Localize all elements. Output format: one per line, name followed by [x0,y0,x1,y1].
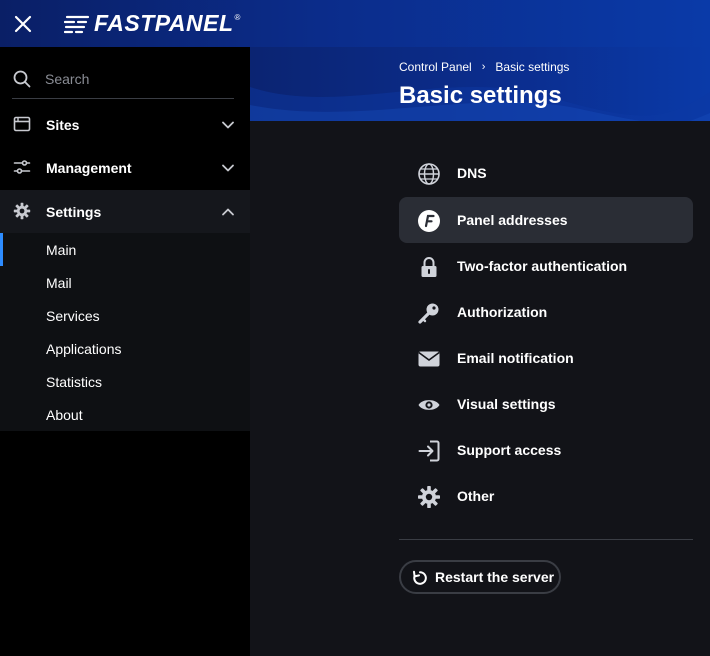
active-indicator [0,233,3,266]
window-icon [13,116,31,132]
settings-item-visual-settings[interactable]: Visual settings [399,381,693,427]
settings-item-support-access[interactable]: Support access [399,427,693,473]
submenu-item-statistics[interactable]: Statistics [0,365,250,398]
panel-f-icon [418,210,440,232]
sidebar: Sites Management [0,47,250,656]
sidebar-item-settings[interactable]: Settings [0,190,250,233]
settings-item-label: Two-factor authentication [457,258,628,274]
settings-submenu: Main Mail Services Applications Statisti… [0,233,250,431]
registered-mark: ® [234,13,241,22]
main-content: Control Panel › Basic settings Basic set… [250,47,710,656]
submenu-item-label: About [46,406,83,423]
settings-item-panel-addresses[interactable]: Panel addresses [399,197,693,243]
envelope-icon [418,351,440,367]
gear-icon [13,202,31,220]
breadcrumb: Control Panel › Basic settings [399,60,569,74]
submenu-item-main[interactable]: Main [0,233,250,266]
settings-item-label: Email notification [457,350,574,366]
settings-item-other[interactable]: Other [399,473,693,519]
submenu-item-applications[interactable]: Applications [0,332,250,365]
chevron-down-icon [222,164,234,172]
settings-item-email-notification[interactable]: Email notification [399,335,693,381]
restart-button-label: Restart the server [435,569,555,585]
breadcrumb-link-control-panel[interactable]: Control Panel [399,60,472,74]
submenu-item-label: Applications [46,340,122,357]
brand-name: FASTPANEL [94,10,234,36]
submenu-item-mail[interactable]: Mail [0,266,250,299]
sidebar-item-sites[interactable]: Sites [0,103,250,146]
sidebar-item-label: Sites [46,116,80,133]
section-divider [399,539,693,540]
restart-server-button[interactable]: Restart the server [399,560,561,594]
lock-icon [421,257,437,277]
submenu-item-label: Main [46,241,77,258]
breadcrumb-separator-icon: › [481,61,486,73]
settings-item-authorization[interactable]: Authorization [399,289,693,335]
settings-item-label: Other [457,488,495,504]
sidebar-search [0,47,250,99]
submenu-item-label: Statistics [46,373,103,390]
submenu-item-label: Mail [46,274,72,291]
settings-item-label: Visual settings [457,396,556,412]
chevron-down-icon [222,121,234,129]
sidebar-item-management[interactable]: Management [0,146,250,189]
search-input[interactable] [45,69,234,89]
settings-item-two-factor[interactable]: Two-factor authentication [399,243,693,289]
settings-item-label: Panel addresses [457,212,568,228]
fastpanel-logo[interactable]: FASTPANEL ® [64,10,240,37]
logo-lines-icon [64,15,90,33]
close-menu-button[interactable] [0,0,46,47]
submenu-item-label: Services [46,307,100,324]
settings-item-dns[interactable]: DNS [399,150,693,196]
sliders-icon [13,160,31,174]
close-icon [14,15,32,32]
eye-icon [418,400,440,410]
page-header: Control Panel › Basic settings Basic set… [250,47,710,121]
chevron-up-icon [222,208,234,216]
gear-icon [418,486,440,508]
restart-icon [413,570,427,585]
search-icon [13,70,31,88]
page-title: Basic settings [399,82,562,109]
top-bar: FASTPANEL ® [0,0,710,47]
sidebar-item-label: Settings [46,203,102,220]
settings-item-label: Authorization [457,304,548,320]
settings-item-label: Support access [457,442,562,458]
sidebar-item-label: Management [46,159,132,176]
settings-item-label: DNS [457,165,487,181]
search-underline [12,98,234,99]
enter-arrow-icon [418,440,440,462]
key-icon [418,303,439,324]
globe-icon [418,163,440,185]
submenu-item-services[interactable]: Services [0,299,250,332]
breadcrumb-current: Basic settings [495,60,570,74]
submenu-item-about[interactable]: About [0,398,250,431]
